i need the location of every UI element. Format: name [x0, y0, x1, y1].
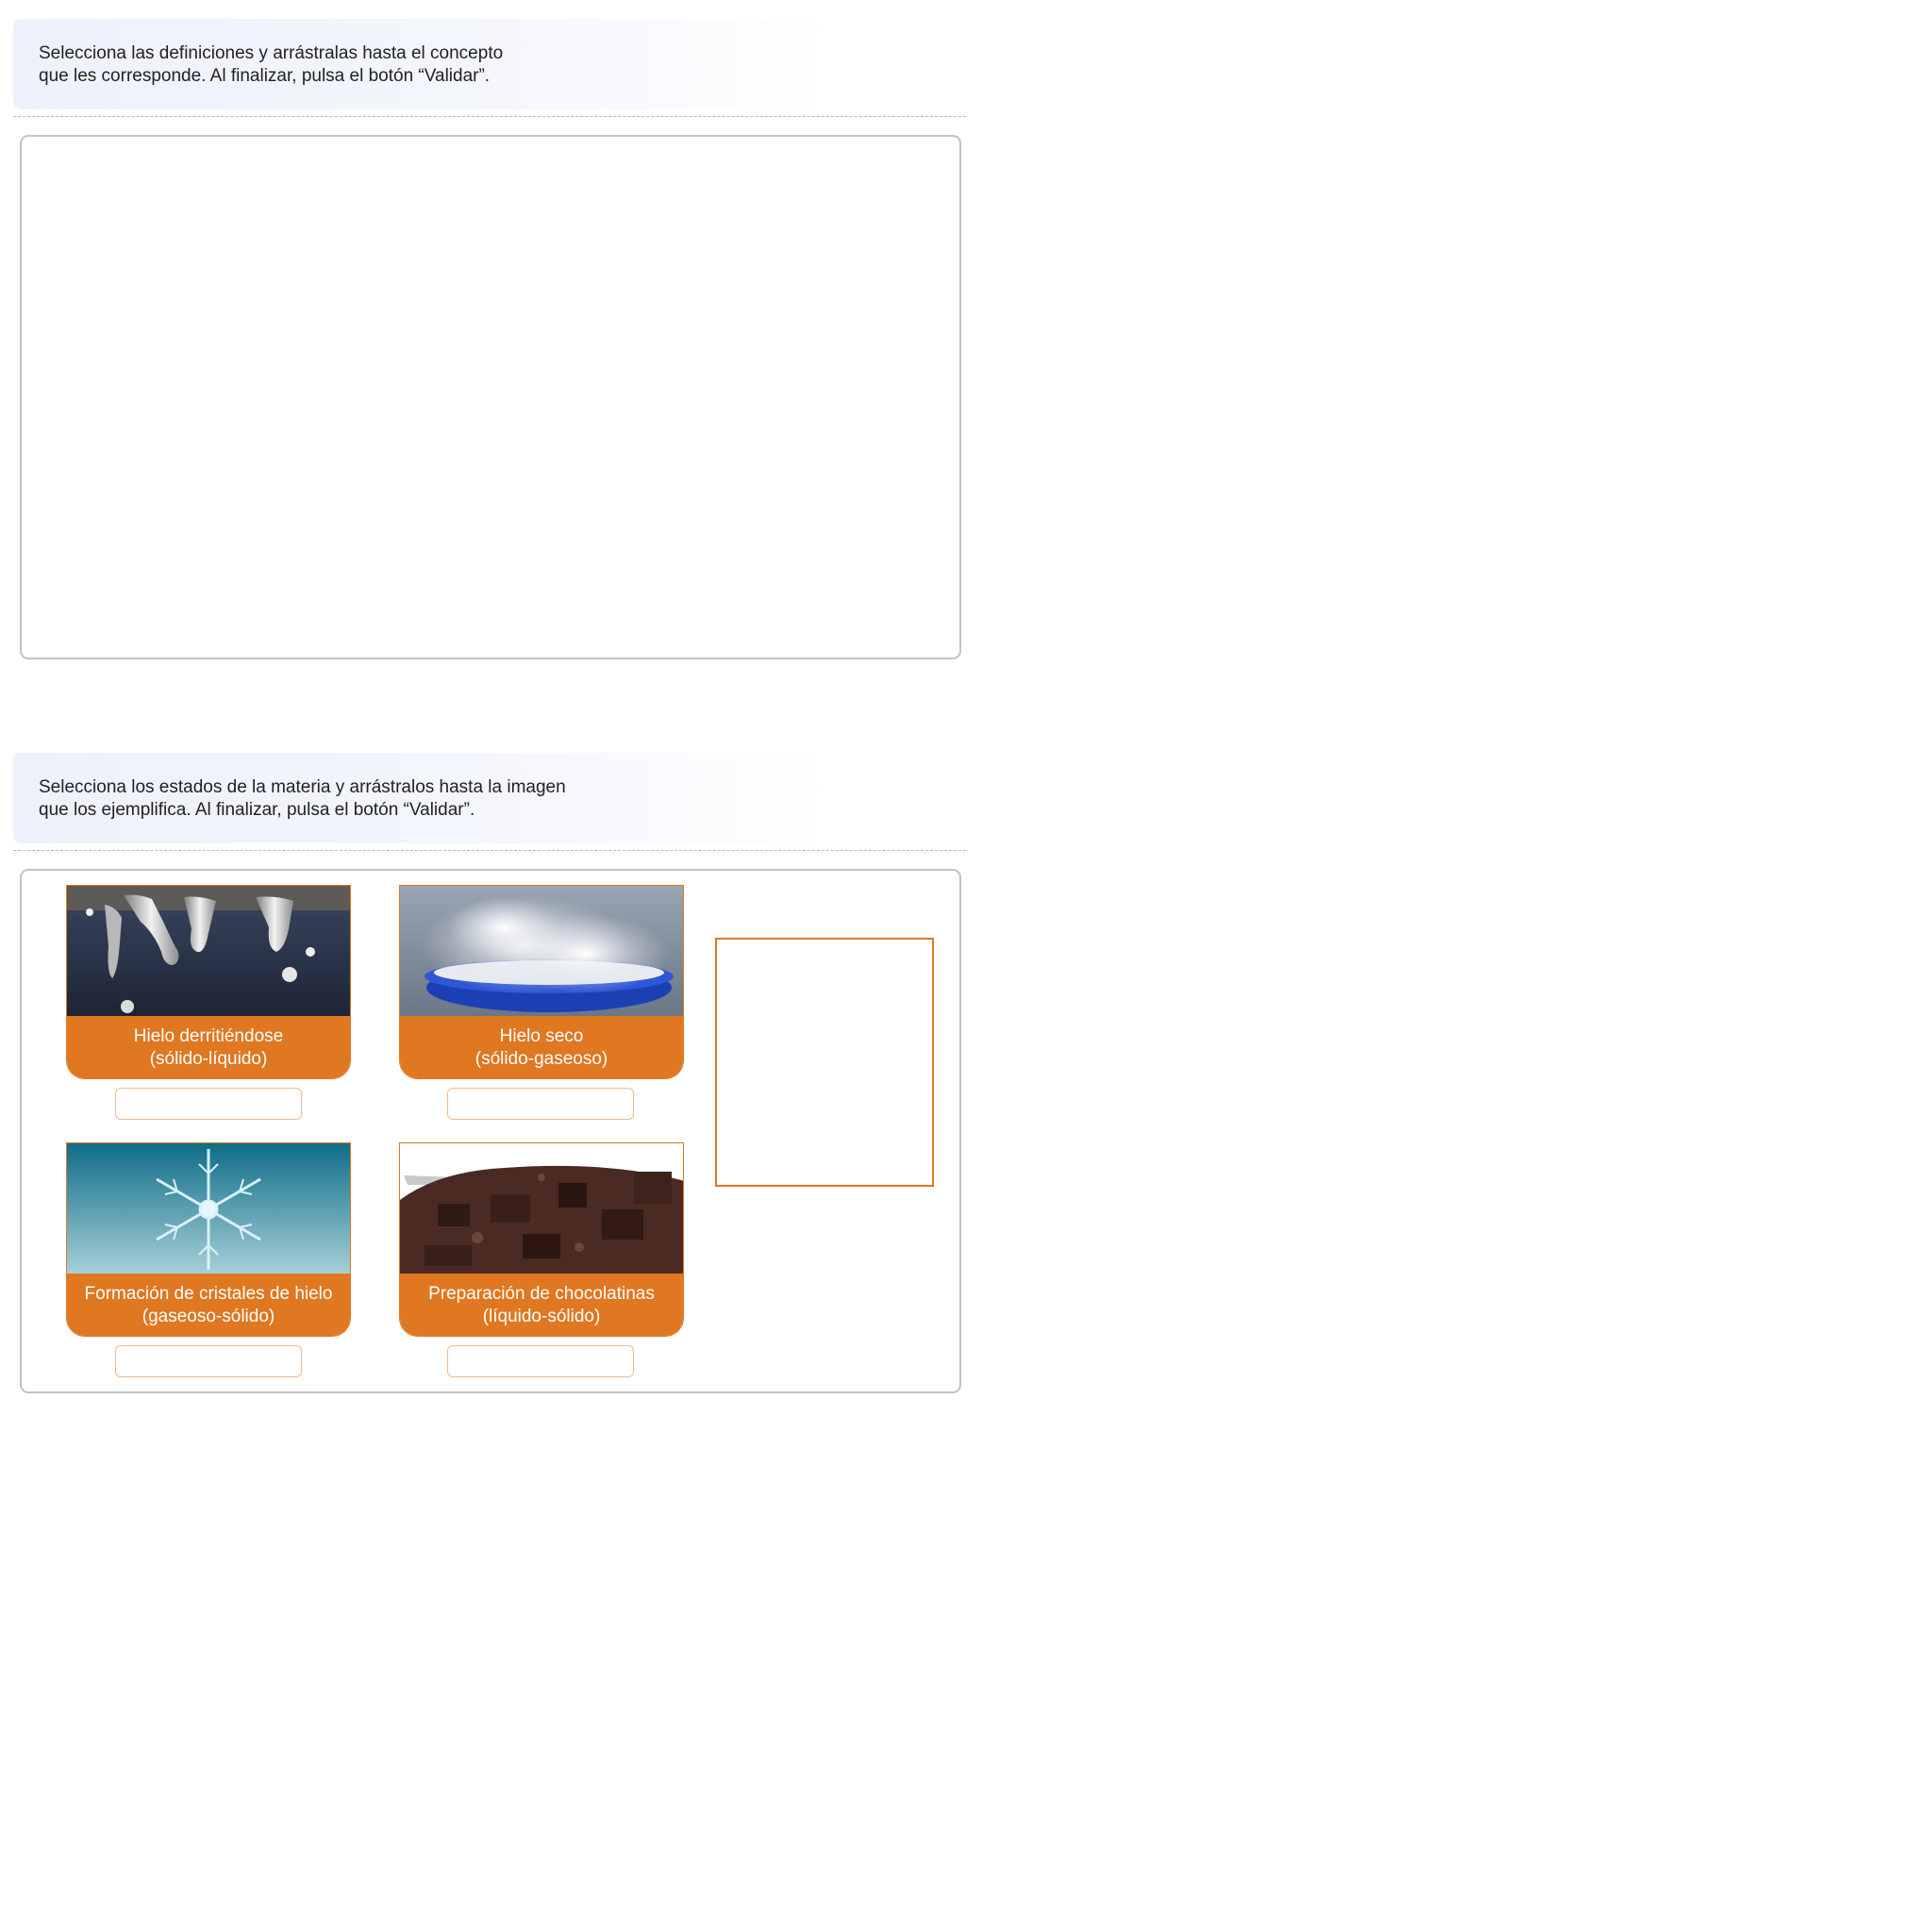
- answer-drop-zone[interactable]: [115, 1345, 302, 1377]
- card-title: Hielo derritiéndose: [133, 1026, 284, 1046]
- dashed-divider: [13, 116, 966, 117]
- image-card: Hielo seco (sólido-gaseoso): [399, 885, 684, 1079]
- card-caption: Preparación de chocolatinas (líquido-sól…: [400, 1274, 683, 1336]
- activity-panel: Hielo derritiéndose (sólido-líquido) Hie…: [20, 869, 961, 1393]
- card-caption: Hielo derritiéndose (sólido-líquido): [67, 1016, 350, 1078]
- answer-drop-zone[interactable]: [447, 1345, 634, 1377]
- answer-drop-zone[interactable]: [447, 1088, 634, 1120]
- card-title: Hielo seco: [499, 1026, 584, 1046]
- snowflake-image: [67, 1143, 350, 1274]
- card-caption: Formación de cristales de hielo (gaseoso…: [67, 1274, 350, 1336]
- image-card: Hielo derritiéndose (sólido-líquido): [66, 885, 351, 1079]
- instruction-box: Selecciona las definiciones y arrástrala…: [13, 19, 834, 109]
- image-card: Preparación de chocolatinas (líquido-sól…: [399, 1142, 684, 1337]
- card-subtitle: (líquido-sólido): [482, 1307, 601, 1326]
- card-title: Preparación de chocolatinas: [428, 1284, 655, 1304]
- melting-icicles-image: [67, 886, 350, 1016]
- image-card: Formación de cristales de hielo (gaseoso…: [66, 1142, 351, 1337]
- dashed-divider: [13, 850, 966, 851]
- options-pool[interactable]: [715, 938, 934, 1187]
- card-subtitle: (sólido-gaseoso): [475, 1049, 608, 1069]
- instruction-text: Selecciona los estados de la materia y a…: [39, 777, 566, 820]
- card-subtitle: (gaseoso-sólido): [142, 1307, 275, 1326]
- chocolate-image: [400, 1143, 683, 1274]
- instruction-text: Selecciona las definiciones y arrástrala…: [39, 43, 504, 86]
- activity-panel-empty: [20, 135, 961, 659]
- dry-ice-image: [400, 886, 683, 1016]
- instruction-box: Selecciona los estados de la materia y a…: [13, 753, 834, 843]
- card-caption: Hielo seco (sólido-gaseoso): [400, 1016, 683, 1078]
- answer-drop-zone[interactable]: [115, 1088, 302, 1120]
- card-title: Formación de cristales de hielo: [84, 1284, 333, 1304]
- card-subtitle: (sólido-líquido): [149, 1049, 268, 1069]
